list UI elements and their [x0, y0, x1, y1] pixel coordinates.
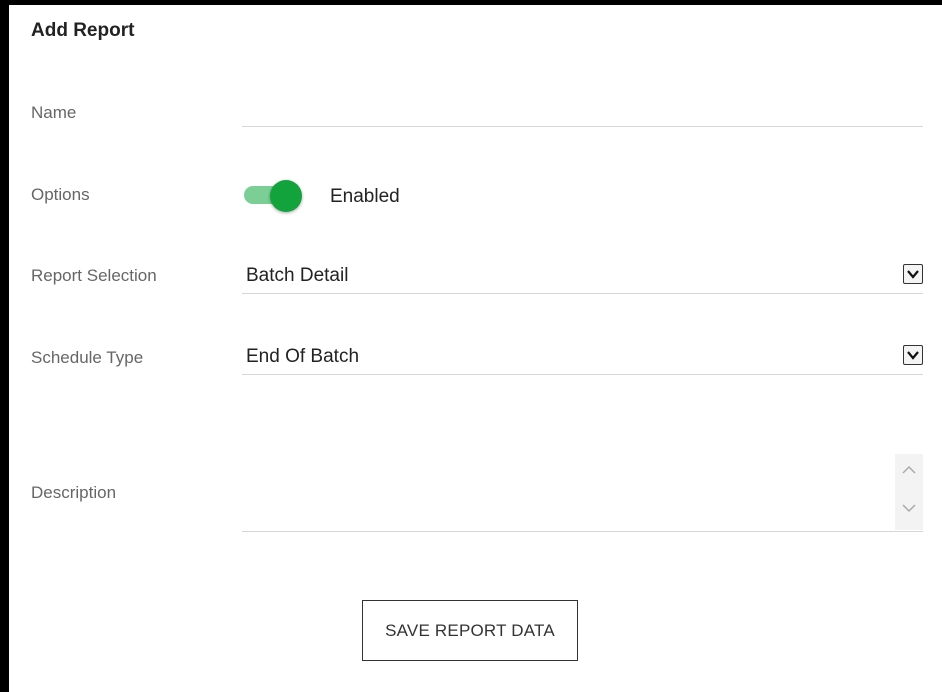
description-field — [242, 454, 923, 534]
schedule-type-value: End Of Batch — [246, 346, 360, 367]
name-label: Name — [31, 103, 77, 122]
chevron-up-icon[interactable] — [895, 458, 923, 484]
schedule-type-dropdown[interactable]: End Of Batch — [242, 344, 923, 375]
toggle-knob — [270, 180, 302, 212]
toggle-status-text: Enabled — [330, 186, 400, 207]
enabled-toggle[interactable] — [242, 179, 304, 212]
report-selection-dropdown[interactable]: Batch Detail — [242, 263, 923, 294]
save-report-data-button[interactable]: SAVE REPORT DATA — [362, 600, 578, 661]
name-input[interactable] — [242, 97, 923, 127]
report-selection-label: Report Selection — [31, 266, 157, 285]
schedule-type-label: Schedule Type — [31, 348, 144, 367]
form-title: Add Report — [31, 20, 135, 41]
description-label: Description — [31, 483, 117, 502]
chevron-down-icon[interactable] — [903, 345, 923, 365]
description-scrollbar[interactable] — [895, 454, 923, 530]
description-textarea[interactable] — [242, 454, 899, 534]
add-report-panel: Add Report Name Options Enabled Report S… — [9, 5, 942, 692]
options-label: Options — [31, 185, 90, 204]
chevron-down-icon[interactable] — [903, 264, 923, 284]
report-selection-value: Batch Detail — [246, 265, 349, 286]
window-frame-left — [0, 0, 9, 692]
chevron-down-icon[interactable] — [895, 496, 923, 522]
